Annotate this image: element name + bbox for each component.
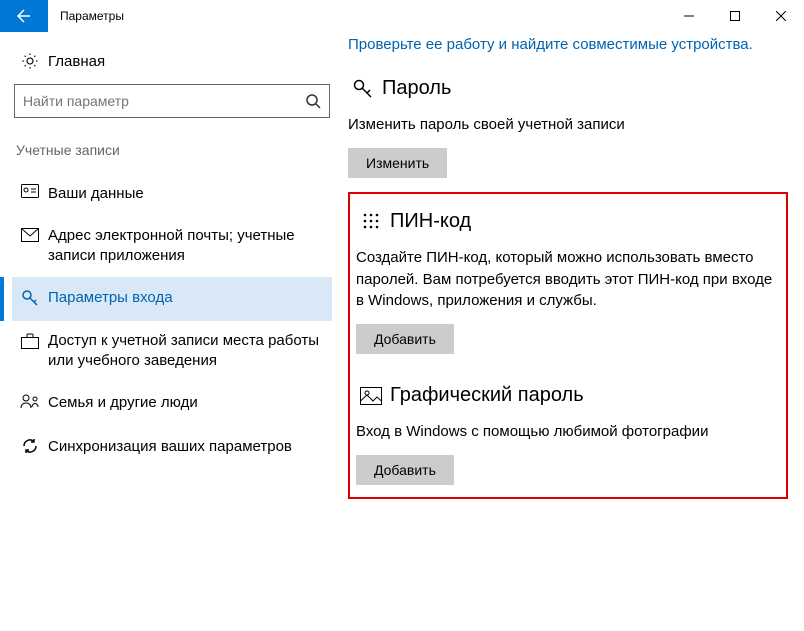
section-desc: Создайте ПИН-код, который можно использо… [356, 247, 774, 312]
back-button[interactable] [0, 0, 48, 32]
people-icon [16, 391, 44, 409]
sync-icon [16, 435, 44, 455]
window-controls [666, 0, 804, 32]
add-pin-button[interactable]: Добавить [356, 324, 454, 354]
minimize-icon [684, 11, 694, 21]
maximize-button[interactable] [712, 0, 758, 32]
compat-link[interactable]: Проверьте ее работу и найдите совместимы… [348, 34, 788, 61]
sidebar-item-label: Адрес электронной почты; учетные записи … [44, 226, 328, 267]
sidebar-item-label: Семья и другие люди [44, 393, 328, 413]
sidebar-item-sync[interactable]: Синхронизация ваших параметров [12, 425, 332, 469]
sidebar-item-label: Синхронизация ваших параметров [44, 437, 328, 457]
search-input[interactable] [23, 93, 305, 109]
search-box[interactable] [14, 84, 330, 118]
sidebar-item-your-info[interactable]: Ваши данные [12, 172, 332, 216]
sidebar-item-label: Ваши данные [44, 184, 328, 204]
pin-section: ПИН-код Создайте ПИН-код, который можно … [356, 210, 774, 354]
maximize-icon [730, 11, 740, 21]
password-section: Пароль Изменить пароль своей учетной зап… [348, 77, 788, 178]
sidebar-item-label: Доступ к учетной записи места работы или… [44, 331, 328, 372]
sidebar-item-label: Параметры входа [44, 288, 328, 308]
main-area: Главная Учетные записи Ваши данные Адрес… [0, 32, 804, 631]
highlighted-options: ПИН-код Создайте ПИН-код, который можно … [348, 192, 788, 499]
home-row[interactable]: Главная [12, 44, 332, 84]
gear-icon [16, 52, 44, 70]
titlebar: Параметры [0, 0, 804, 32]
sidebar: Главная Учетные записи Ваши данные Адрес… [0, 32, 340, 631]
picture-icon [356, 387, 386, 405]
window-title: Параметры [48, 9, 666, 23]
mail-icon [16, 226, 44, 242]
key-icon [348, 78, 378, 100]
section-title: ПИН-код [386, 210, 471, 233]
sidebar-item-email[interactable]: Адрес электронной почты; учетные записи … [12, 216, 332, 277]
sidebar-item-signin[interactable]: Параметры входа [12, 277, 332, 321]
key-icon [16, 287, 44, 307]
section-header: ПИН-код [356, 210, 774, 233]
add-picture-password-button[interactable]: Добавить [356, 455, 454, 485]
sidebar-item-family[interactable]: Семья и другие люди [12, 381, 332, 425]
section-label: Учетные записи [12, 136, 332, 172]
id-card-icon [16, 182, 44, 198]
home-label: Главная [44, 53, 105, 70]
section-desc: Вход в Windows с помощью любимой фотогра… [356, 421, 774, 443]
keypad-icon [356, 211, 386, 231]
arrow-left-icon [16, 8, 32, 24]
section-header: Пароль [348, 77, 788, 100]
section-desc: Изменить пароль своей учетной записи [348, 114, 768, 136]
briefcase-icon [16, 331, 44, 349]
section-header: Графический пароль [356, 384, 774, 407]
close-icon [776, 11, 786, 21]
content: Проверьте ее работу и найдите совместимы… [340, 32, 804, 631]
close-button[interactable] [758, 0, 804, 32]
section-title: Графический пароль [386, 384, 584, 407]
minimize-button[interactable] [666, 0, 712, 32]
change-password-button[interactable]: Изменить [348, 148, 447, 178]
section-title: Пароль [378, 77, 451, 100]
picture-password-section: Графический пароль Вход в Windows с помо… [356, 384, 774, 485]
search-icon [305, 93, 321, 109]
sidebar-item-work[interactable]: Доступ к учетной записи места работы или… [12, 321, 332, 382]
